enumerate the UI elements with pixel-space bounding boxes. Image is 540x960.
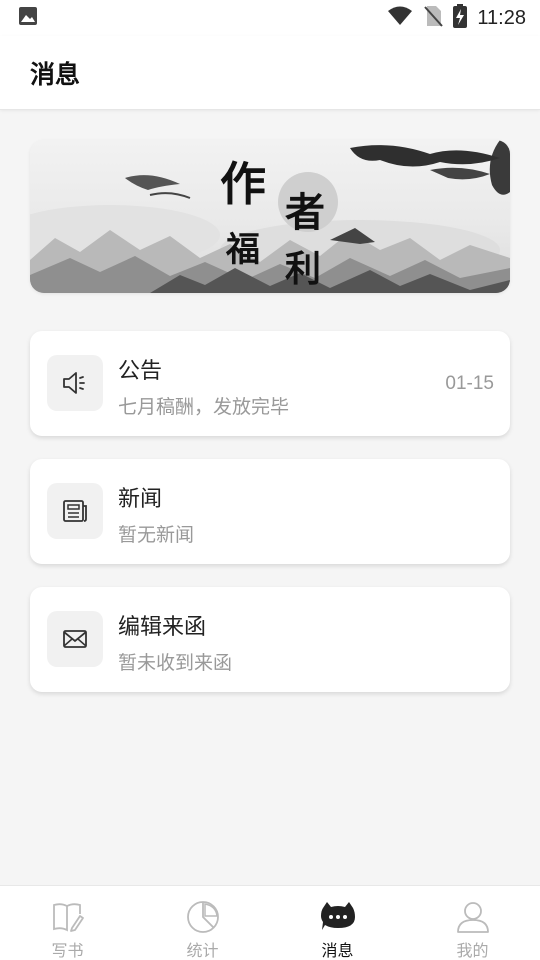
news-card[interactable]: 新闻 暂无新闻 — [30, 459, 510, 564]
banner-char-zhe: 者 — [285, 189, 325, 236]
pie-chart-icon — [185, 900, 221, 934]
news-subtitle: 暂无新闻 — [118, 524, 195, 546]
page-title: 消息 — [30, 59, 81, 89]
envelope-icon — [47, 611, 103, 667]
no-sim-icon — [423, 5, 444, 31]
editor-letter-card[interactable]: 编辑来函 暂未收到来函 — [30, 587, 510, 692]
tab-write-book[interactable]: 写书 — [0, 886, 135, 960]
announcement-card[interactable]: 公告 七月稿酬，发放完毕 01-15 — [30, 331, 510, 436]
tab-label-mine: 我的 — [456, 941, 489, 960]
message-bubble-icon — [319, 900, 357, 934]
tab-label-messages: 消息 — [321, 941, 354, 960]
megaphone-icon — [47, 355, 103, 411]
tab-label-write: 写书 — [51, 941, 84, 960]
bottom-tab-bar: 写书 统计 消息 我的 — [0, 885, 540, 960]
announcement-title: 公告 — [118, 359, 163, 384]
editor-letter-subtitle: 暂未收到来函 — [118, 652, 233, 674]
tab-label-statistics: 统计 — [186, 941, 219, 960]
tab-mine[interactable]: 我的 — [405, 886, 540, 960]
tab-statistics[interactable]: 统计 — [135, 886, 270, 960]
app-bar: 消息 — [0, 36, 540, 110]
status-bar: 11:28 — [0, 0, 540, 36]
news-title: 新闻 — [118, 487, 163, 512]
write-book-icon — [50, 900, 86, 934]
banner-char-fu: 福 — [226, 230, 260, 270]
wifi-icon — [387, 6, 413, 30]
banner-char-zuo: 作 — [220, 157, 266, 211]
announcement-subtitle: 七月稿酬，发放完毕 — [118, 396, 290, 418]
ink-landscape-image — [30, 140, 510, 293]
newspaper-icon — [47, 483, 103, 539]
banner-char-li: 利 — [285, 248, 322, 290]
status-time: 11:28 — [477, 6, 526, 29]
gallery-notification-icon — [18, 6, 38, 30]
battery-charging-icon — [453, 4, 468, 32]
user-icon — [455, 900, 491, 934]
announcement-date: 01-15 — [445, 373, 494, 394]
editor-letter-title: 编辑来函 — [118, 615, 207, 640]
tab-messages[interactable]: 消息 — [270, 886, 405, 960]
author-welfare-banner[interactable]: 作 者 福 利 — [30, 140, 510, 293]
